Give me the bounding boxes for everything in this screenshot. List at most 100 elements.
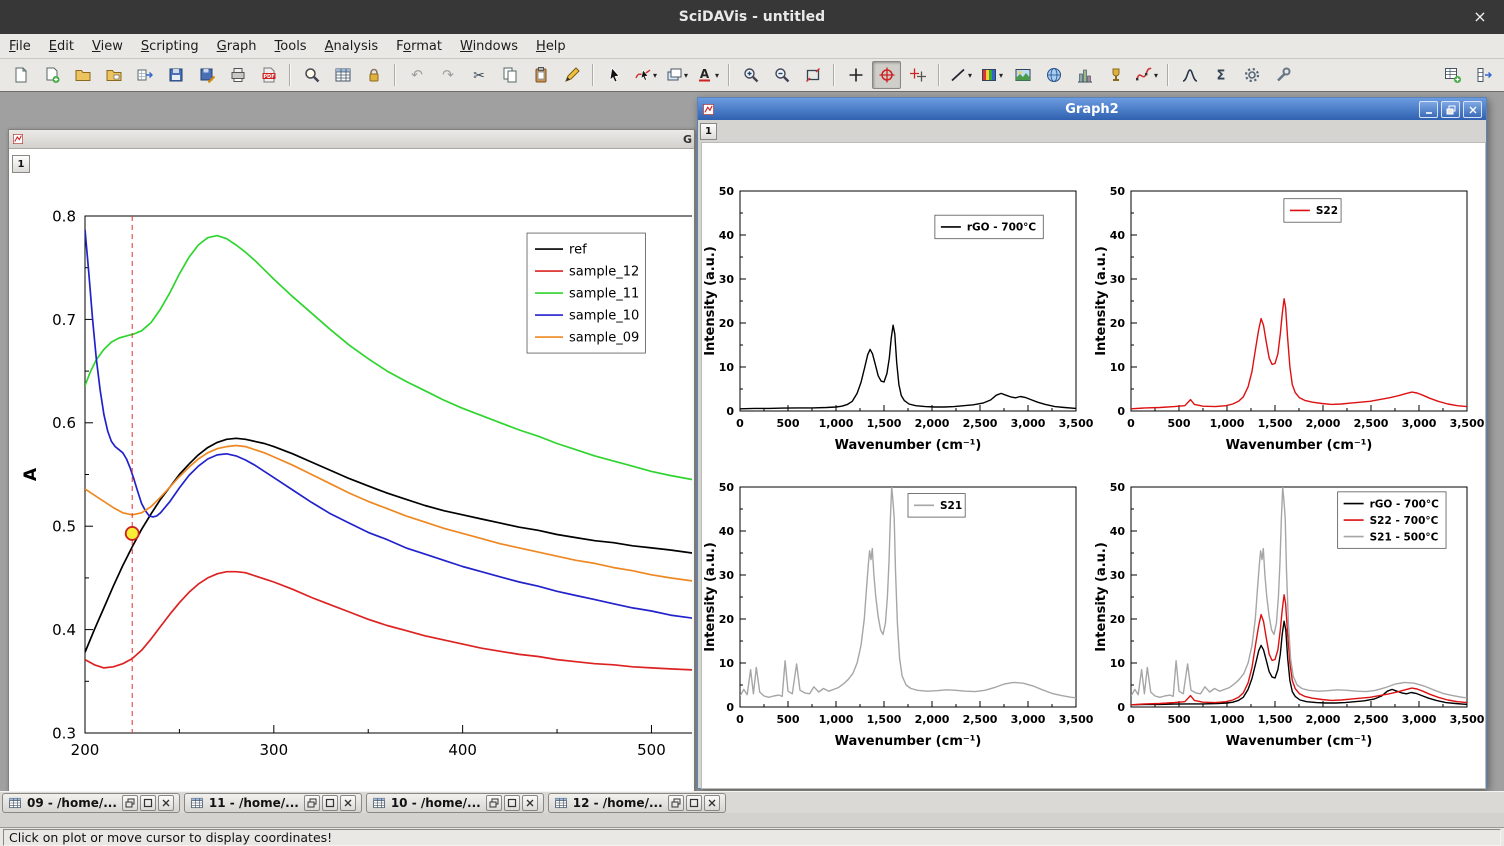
table-icon <box>8 796 22 810</box>
fit-wizard-button[interactable] <box>1268 61 1297 89</box>
new-table-2-button[interactable] <box>1438 61 1467 89</box>
data-reader-button[interactable] <box>872 61 901 89</box>
add-image-button[interactable] <box>1008 61 1037 89</box>
graph2-layer-button[interactable]: 1 <box>700 123 717 140</box>
maximize-button[interactable] <box>686 795 702 811</box>
menu-scripting[interactable]: Scripting <box>132 36 208 57</box>
restore-button[interactable] <box>668 795 684 811</box>
svg-text:3,000: 3,000 <box>1402 417 1437 430</box>
maximize-button[interactable] <box>140 795 156 811</box>
svg-text:2,500: 2,500 <box>963 417 998 430</box>
svg-text:500: 500 <box>777 417 800 430</box>
menu-tools[interactable]: Tools <box>266 36 316 57</box>
graph1-titlebar[interactable]: G <box>9 130 694 149</box>
statistics-button[interactable] <box>1206 61 1235 89</box>
menu-analysis[interactable]: Analysis <box>316 36 388 57</box>
pointer-button[interactable] <box>600 61 629 89</box>
taskbar-item-09[interactable]: 09 - /home/... <box>2 793 180 813</box>
close-button[interactable] <box>158 795 174 811</box>
add-layer-button[interactable]: ▾ <box>662 61 691 89</box>
add-color-map-button[interactable]: ▾ <box>977 61 1006 89</box>
menu-help[interactable]: Help <box>527 36 575 57</box>
cut-button[interactable] <box>464 61 493 89</box>
save-project-button[interactable] <box>161 61 190 89</box>
graph2-restore-button[interactable] <box>1441 101 1460 118</box>
paste-button[interactable] <box>526 61 555 89</box>
raman-subplot-3[interactable]: 05001,0001,5002,0002,5003,0003,500010203… <box>703 439 1093 773</box>
close-button[interactable] <box>704 795 720 811</box>
menu-windows[interactable]: Windows <box>451 36 527 57</box>
taskbar-item-12[interactable]: 12 - /home/... <box>548 793 726 813</box>
maximize-button[interactable] <box>504 795 520 811</box>
new-folder-button[interactable] <box>37 61 66 89</box>
menu-format[interactable]: Format <box>387 36 451 57</box>
plot-3d-bars-button[interactable] <box>1101 61 1130 89</box>
graph2-window[interactable]: Graph2 1 05001,0001,5002,0002,5003,0003,… <box>697 97 1487 789</box>
open-project-button[interactable] <box>68 61 97 89</box>
legend[interactable]: refsample_12sample_11sample_10sample_09 <box>527 233 645 353</box>
save-template-button[interactable] <box>192 61 221 89</box>
fit-function-button[interactable] <box>1175 61 1204 89</box>
zoom-out-button[interactable] <box>767 61 796 89</box>
raman-plot-3[interactable]: 05001,0001,5002,0002,5003,0003,500010203… <box>703 439 1093 769</box>
graph2-titlebar[interactable]: Graph2 <box>698 98 1486 121</box>
uvvis-plot[interactable]: 2003004005000.30.40.50.60.70.8Arefsample… <box>9 149 692 791</box>
graph2-minimize-button[interactable] <box>1419 101 1438 118</box>
plot-3d-sphere-button[interactable] <box>1039 61 1068 89</box>
open-template-button[interactable] <box>99 61 128 89</box>
app-close-button[interactable]: × <box>1470 7 1490 27</box>
rescale-to-show-all-button[interactable] <box>798 61 827 89</box>
project-explorer-button[interactable] <box>297 61 326 89</box>
restore-button[interactable] <box>486 795 502 811</box>
maximize-button[interactable] <box>322 795 338 811</box>
close-button[interactable] <box>340 795 356 811</box>
legend[interactable]: S22 <box>1284 199 1341 223</box>
preferences-button[interactable] <box>1237 61 1266 89</box>
svg-text:500: 500 <box>1168 713 1191 726</box>
add-text-button[interactable]: ▾ <box>693 61 722 89</box>
draw-line-button[interactable]: ▾ <box>946 61 975 89</box>
restore-button[interactable] <box>122 795 138 811</box>
svg-text:500: 500 <box>777 713 800 726</box>
taskbar-item-label: 11 - /home/... <box>209 796 299 810</box>
legend[interactable]: rGO - 700°C <box>935 215 1043 239</box>
graph1-window[interactable]: G 1 2003004005000.30.40.50.60.70.8Arefsa… <box>8 129 695 794</box>
copy-button[interactable] <box>495 61 524 89</box>
undo-button[interactable] <box>402 61 431 89</box>
taskbar-item-11[interactable]: 11 - /home/... <box>184 793 362 813</box>
svg-text:0.4: 0.4 <box>52 621 76 639</box>
raman-plot-1[interactable]: 05001,0001,5002,0002,5003,0003,500010203… <box>703 143 1093 473</box>
export-pdf-button[interactable] <box>254 61 283 89</box>
close-button[interactable] <box>522 795 538 811</box>
plot-curve-button[interactable]: ▾ <box>1132 61 1161 89</box>
plot-bars-button[interactable] <box>1070 61 1099 89</box>
screen-reader-button[interactable] <box>841 61 870 89</box>
raman-plot-4[interactable]: 05001,0001,5002,0002,5003,0003,500010203… <box>1094 439 1484 769</box>
menu-edit[interactable]: Edit <box>40 36 83 57</box>
edit-selection-button[interactable] <box>557 61 586 89</box>
restore-button[interactable] <box>304 795 320 811</box>
raman-plot-2[interactable]: 05001,0001,5002,0002,5003,0003,500010203… <box>1094 143 1484 473</box>
taskbar-item-10[interactable]: 10 - /home/... <box>366 793 544 813</box>
redo-button[interactable] <box>433 61 462 89</box>
graph2-close-button[interactable] <box>1463 101 1482 118</box>
print-button[interactable] <box>223 61 252 89</box>
lock-toolbars-button[interactable] <box>359 61 388 89</box>
graph1-layer-button[interactable]: 1 <box>12 155 30 173</box>
raman-subplot-4[interactable]: 05001,0001,5002,0002,5003,0003,500010203… <box>1094 439 1484 773</box>
zoom-in-button[interactable] <box>736 61 765 89</box>
add-column-button[interactable] <box>1469 61 1498 89</box>
legend[interactable]: S21 <box>908 494 965 517</box>
new-table-button[interactable] <box>328 61 357 89</box>
raman-subplot-2[interactable]: 05001,0001,5002,0002,5003,0003,500010203… <box>1094 143 1484 477</box>
select-data-range-button[interactable] <box>903 61 932 89</box>
import-ascii-button[interactable] <box>130 61 159 89</box>
new-project-button[interactable] <box>6 61 35 89</box>
menu-graph[interactable]: Graph <box>208 36 266 57</box>
legend[interactable]: rGO - 700°CS22 - 700°CS21 - 500°C <box>1338 492 1446 548</box>
legend-label: sample_09 <box>569 331 639 346</box>
menu-view[interactable]: View <box>83 36 132 57</box>
menu-file[interactable]: File <box>0 36 40 57</box>
pick-data-points-button[interactable]: ▾ <box>631 61 660 89</box>
raman-subplot-1[interactable]: 05001,0001,5002,0002,5003,0003,500010203… <box>703 143 1093 477</box>
